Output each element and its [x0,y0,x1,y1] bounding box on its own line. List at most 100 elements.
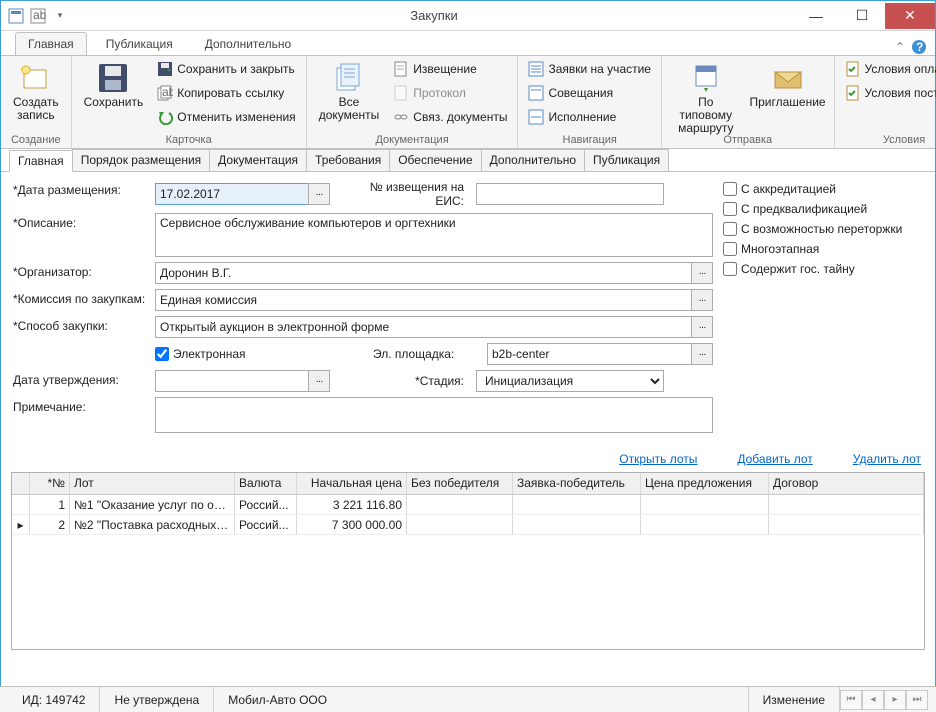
secret-checkbox[interactable] [723,262,737,276]
protocol-button[interactable]: Протокол [389,82,511,104]
add-lot-link[interactable]: Добавить лот [737,452,812,466]
doc-check-icon [845,85,861,101]
save-close-button[interactable]: Сохранить и закрыть [153,58,299,80]
sub-tab-order[interactable]: Порядок размещения [72,149,210,171]
electronic-checkbox[interactable] [155,347,169,361]
save-label: Сохранить [84,96,144,109]
col-lot[interactable]: Лот [70,473,235,494]
platform-label: Эл. площадка: [373,347,479,361]
route-button[interactable]: По типовому маршруту [668,58,744,132]
meetings-button[interactable]: Совещания [524,82,655,104]
accred-checkbox[interactable] [723,182,737,196]
related-docs-button[interactable]: Связ. документы [389,106,511,128]
desc-input[interactable]: Сервисное обслуживание компьютеров и орг… [155,213,713,257]
qat-form-icon[interactable] [7,7,25,25]
note-input[interactable] [155,397,713,433]
stage-label: *Стадия: [338,374,468,388]
ribbon-tab-extra[interactable]: Дополнительно [192,32,304,55]
undo-icon [157,109,173,125]
close-button[interactable]: ✕ [885,3,935,29]
method-input[interactable] [155,316,691,338]
list-icon [528,61,544,77]
ribbon-tab-main[interactable]: Главная [15,32,87,55]
sub-tab-extra[interactable]: Дополнительно [481,149,585,171]
sub-tab-req[interactable]: Требования [306,149,390,171]
status-state: Не утверждена [100,687,214,712]
table-row[interactable]: 1 №1 "Оказание услуг по осу... Россий...… [12,495,924,515]
status-id: ИД: 149742 [8,687,100,712]
table-row[interactable]: ▸ 2 №2 "Поставка расходных м... Россий..… [12,515,924,535]
approve-date-input[interactable] [155,370,308,392]
prequal-checkbox[interactable] [723,202,737,216]
col-cur[interactable]: Валюта [235,473,297,494]
org-picker-button[interactable]: ··· [691,262,713,284]
sub-tab-sec[interactable]: Обеспечение [389,149,481,171]
documents-icon [333,62,365,94]
copy-link-button[interactable]: abКопировать ссылку [153,82,299,104]
col-num[interactable]: *№ [30,473,70,494]
sub-tab-main[interactable]: Главная [9,150,73,172]
status-change: Изменение [749,687,840,712]
copy-link-icon: ab [157,85,173,101]
nav-first-button[interactable]: ⏮ [840,690,862,710]
comm-picker-button[interactable]: ··· [691,289,713,311]
col-nowin[interactable]: Без победителя [407,473,513,494]
method-label: *Способ закупки: [13,316,155,333]
minimize-button[interactable]: — [793,3,839,29]
execution-button[interactable]: Исполнение [524,106,655,128]
group-send-label: Отправка [662,134,834,146]
invite-label: Приглашение [750,96,826,109]
col-winner[interactable]: Заявка-победитель [513,473,641,494]
pay-cond-button[interactable]: Условия оплаты [841,58,936,80]
bids-button[interactable]: Заявки на участие [524,58,655,80]
qat-dropdown-icon[interactable]: ▾ [51,7,69,25]
col-offer[interactable]: Цена предложения [641,473,769,494]
col-contract[interactable]: Договор [769,473,924,494]
cancel-changes-button[interactable]: Отменить изменения [153,106,299,128]
save-close-icon [157,61,173,77]
rebid-checkbox[interactable] [723,222,737,236]
status-company: Мобил-Авто ООО [214,687,748,712]
org-label: *Организатор: [13,262,155,279]
nav-last-button[interactable]: ⏭ [906,690,928,710]
platform-picker-button[interactable]: ··· [691,343,713,365]
sub-tab-publish[interactable]: Публикация [584,149,669,171]
create-record-button[interactable]: Создать запись [7,58,65,132]
col-price[interactable]: Начальная цена [297,473,407,494]
notice-button[interactable]: Извещение [389,58,511,80]
eis-input[interactable] [476,183,664,205]
help-icon[interactable]: ? [911,39,927,55]
eis-label: № извещения на ЕИС: [338,180,468,208]
ribbon-tab-publish[interactable]: Публикация [93,32,186,55]
route-icon [690,62,722,94]
group-docs-label: Документация [307,134,518,146]
all-docs-button[interactable]: Все документы [313,58,386,132]
delivery-cond-button[interactable]: Условия поставки [841,82,936,104]
nav-next-button[interactable]: ▸ [884,690,906,710]
nav-prev-button[interactable]: ◂ [862,690,884,710]
date-label: *Дата размещения: [13,180,155,197]
stage-select[interactable]: Инициализация [476,370,664,392]
org-input[interactable] [155,262,691,284]
save-button[interactable]: Сохранить [78,58,150,132]
qat-text-icon[interactable]: abc [29,7,47,25]
link-icon [393,109,409,125]
note-label: Примечание: [13,397,155,414]
comm-input[interactable] [155,289,691,311]
maximize-button[interactable]: ☐ [839,3,885,29]
open-lots-link[interactable]: Открыть лоты [619,452,697,466]
approve-date-picker-button[interactable]: ··· [308,370,330,392]
invite-button[interactable]: Приглашение [748,58,828,132]
multi-checkbox[interactable] [723,242,737,256]
doc-icon [393,61,409,77]
lots-grid[interactable]: *№ Лот Валюта Начальная цена Без победит… [11,472,925,650]
date-input[interactable] [155,183,308,205]
collapse-ribbon-icon[interactable]: ⌃ [895,40,905,54]
method-picker-button[interactable]: ··· [691,316,713,338]
date-picker-button[interactable]: ··· [308,183,330,205]
platform-input[interactable] [487,343,691,365]
group-cond-label: Условия [835,134,936,146]
delete-lot-link[interactable]: Удалить лот [853,452,921,466]
list-icon [528,85,544,101]
sub-tab-docs[interactable]: Документация [209,149,307,171]
